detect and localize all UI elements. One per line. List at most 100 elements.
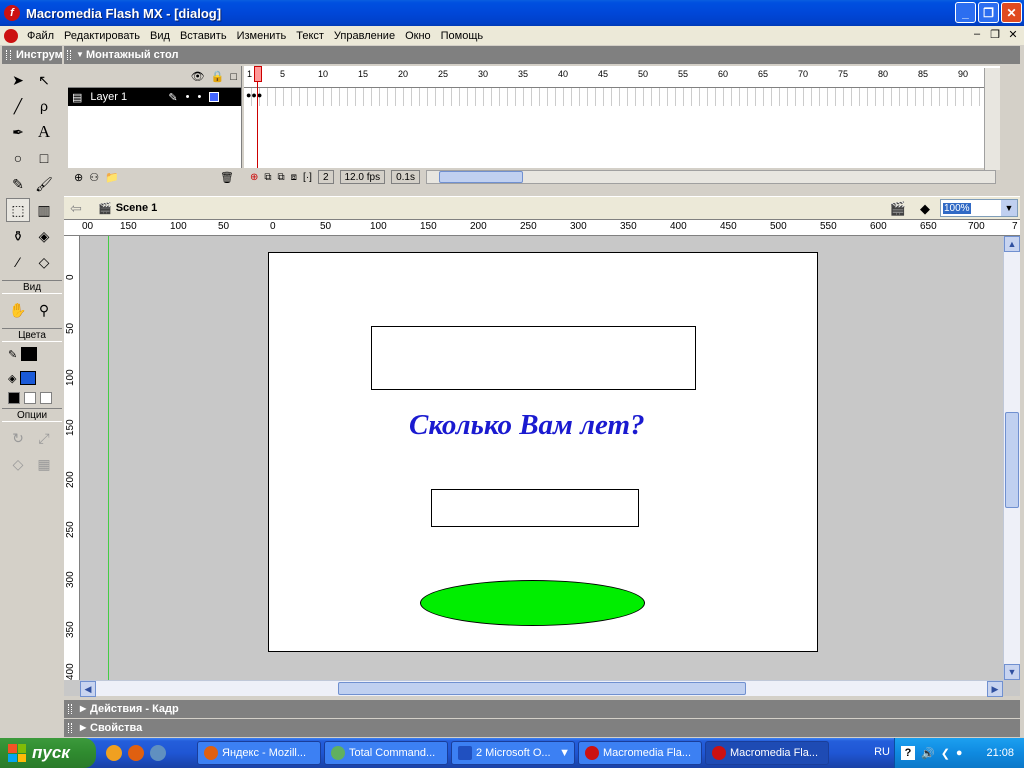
visibility-dot[interactable]: • xyxy=(186,91,190,103)
back-arrow-icon[interactable]: ⇦ xyxy=(64,200,88,217)
firefox-icon[interactable] xyxy=(128,745,144,761)
ink-bottle-tool-icon[interactable]: ⚱ xyxy=(6,224,30,248)
doc-minimize-icon[interactable]: – xyxy=(970,28,984,41)
playhead[interactable] xyxy=(254,66,262,82)
hand-tool-icon[interactable]: ✋ xyxy=(6,298,30,322)
quicklaunch-icon-1[interactable] xyxy=(106,745,122,761)
stage-canvas[interactable]: Сколько Вам лет? xyxy=(268,252,818,652)
speaker-icon[interactable]: 🔊 xyxy=(921,747,935,760)
timeline-hscroll[interactable] xyxy=(426,170,996,184)
layer-row[interactable]: ▤ Layer 1 ✎ • • xyxy=(68,88,241,106)
start-button[interactable]: пуск xyxy=(0,738,96,768)
line-tool-icon[interactable]: ╱ xyxy=(6,94,30,118)
layer-frames[interactable]: ●●● xyxy=(244,88,1000,106)
minimize-button[interactable]: _ xyxy=(955,2,976,23)
menu-insert[interactable]: Вставить xyxy=(175,30,232,42)
task-microsoft-office[interactable]: 2 Microsoft O... ▼ xyxy=(451,741,575,765)
close-button[interactable]: ✕ xyxy=(1001,2,1022,23)
edit-scene-icon[interactable]: 🎬 xyxy=(890,201,906,217)
outline-icon[interactable]: □ xyxy=(230,71,237,83)
menu-modify[interactable]: Изменить xyxy=(232,30,292,42)
add-layer-icon[interactable]: ⊕ xyxy=(74,171,83,184)
no-color-icon[interactable] xyxy=(24,392,36,404)
maximize-button[interactable]: ❐ xyxy=(978,2,999,23)
task-yandex[interactable]: Яндекс - Mozill... xyxy=(197,741,321,765)
scroll-up-icon[interactable]: ▲ xyxy=(1004,236,1020,252)
expand-arrow-icon[interactable]: ▶ xyxy=(80,700,86,718)
stage-vscroll[interactable]: ▲ ▼ xyxy=(1003,236,1020,680)
scroll-right-icon[interactable]: ▶ xyxy=(987,681,1003,697)
stage-hscroll[interactable]: ◀ ▶ xyxy=(80,680,1003,697)
menu-edit[interactable]: Редактировать xyxy=(59,30,145,42)
rectangle-tool-icon[interactable]: □ xyxy=(32,146,56,170)
menu-control[interactable]: Управление xyxy=(329,30,400,42)
frames-grid[interactable]: 1 5 10 15 20 25 30 35 40 45 50 55 60 65 … xyxy=(244,66,1000,186)
scroll-left-icon[interactable]: ◀ xyxy=(80,681,96,697)
pencil-tool-icon[interactable]: ✎ xyxy=(6,172,30,196)
add-folder-icon[interactable]: 📁 xyxy=(105,171,119,184)
arrow-tool-icon[interactable]: ➤ xyxy=(6,68,30,92)
tray-arrow-icon[interactable]: ❮ xyxy=(941,747,950,760)
trash-icon[interactable]: 🗑 xyxy=(220,171,234,184)
frame-rate[interactable]: 12.0 fps xyxy=(339,170,386,184)
onion-outline-icon[interactable]: ⧉ xyxy=(278,172,285,183)
scroll-down-icon[interactable]: ▼ xyxy=(1004,664,1020,680)
stage-area[interactable]: 00 150 100 50 0 50 100 150 200 250 300 3… xyxy=(64,220,1020,697)
task-total-commander[interactable]: Total Command... xyxy=(324,741,448,765)
edit-multiple-icon[interactable]: ⧈ xyxy=(291,172,297,183)
quicklaunch-icon-3[interactable] xyxy=(150,745,166,761)
text-tool-icon[interactable]: A xyxy=(32,120,56,144)
fill-transform-tool-icon[interactable]: ▥ xyxy=(32,198,56,222)
pen-tool-icon[interactable]: ✒ xyxy=(6,120,30,144)
stage-hscroll-thumb[interactable] xyxy=(338,682,746,695)
lasso-tool-icon[interactable]: ρ xyxy=(32,94,56,118)
lock-icon[interactable]: 🔒 xyxy=(211,70,225,83)
menu-file[interactable]: Файл xyxy=(22,30,59,42)
lock-dot[interactable]: • xyxy=(197,91,201,103)
doc-restore-icon[interactable]: ❐ xyxy=(988,28,1002,41)
subselect-tool-icon[interactable]: ↖ xyxy=(32,68,56,92)
guide-line[interactable] xyxy=(108,236,109,680)
collapse-arrow-icon[interactable]: ▼ xyxy=(76,46,84,64)
edit-symbols-icon[interactable]: ◆ xyxy=(920,201,930,217)
document-icon[interactable] xyxy=(4,28,18,43)
zoom-tool-icon[interactable]: ⚲ xyxy=(32,298,56,322)
menu-window[interactable]: Окно xyxy=(400,30,436,42)
distort-option-icon[interactable]: ◇ xyxy=(6,452,30,476)
rotate-option-icon[interactable]: ↻ xyxy=(6,426,30,450)
add-guide-icon[interactable]: ⚇ xyxy=(89,171,99,184)
expand-arrow-icon[interactable]: ▶ xyxy=(80,719,86,737)
question-text[interactable]: Сколько Вам лет? xyxy=(409,409,645,442)
stage-vscroll-thumb[interactable] xyxy=(1005,412,1019,508)
help-icon[interactable]: ? xyxy=(901,746,915,760)
layer-name[interactable]: Layer 1 xyxy=(90,91,160,103)
scroll-thumb[interactable] xyxy=(439,171,523,183)
language-indicator[interactable]: RU xyxy=(874,746,890,758)
oval-tool-icon[interactable]: ○ xyxy=(6,146,30,170)
onion-skin-icon[interactable]: ⧉ xyxy=(264,172,271,183)
brush-tool-icon[interactable]: 🖌 xyxy=(32,172,56,196)
default-colors-icon[interactable] xyxy=(8,392,20,404)
task-macromedia-2[interactable]: Macromedia Fla... xyxy=(705,741,829,765)
modify-markers-icon[interactable]: [·] xyxy=(303,172,312,183)
swap-colors-icon[interactable] xyxy=(40,392,52,404)
layer-color-icon[interactable] xyxy=(209,92,220,102)
doc-close-icon[interactable]: ✕ xyxy=(1006,28,1020,41)
menu-help[interactable]: Помощь xyxy=(436,30,489,42)
eyedropper-tool-icon[interactable]: ⁄ xyxy=(6,250,30,274)
menu-view[interactable]: Вид xyxy=(145,30,175,42)
free-transform-tool-icon[interactable]: ⬚ xyxy=(6,198,30,222)
clock[interactable]: 21:08 xyxy=(986,747,1014,759)
dropdown-arrow-icon[interactable]: ▼ xyxy=(1001,200,1017,216)
envelope-option-icon[interactable]: ▦ xyxy=(32,452,56,476)
keyframe-dots[interactable]: ●●● xyxy=(246,90,262,100)
flash-app-icon[interactable]: f xyxy=(4,5,20,21)
properties-panel-header[interactable]: ▶ Свойства xyxy=(64,719,1020,737)
menu-text[interactable]: Текст xyxy=(291,30,329,42)
input-rectangle[interactable] xyxy=(371,326,696,390)
timeline-panel-header[interactable]: ▼ Монтажный стол xyxy=(64,46,1020,64)
paint-bucket-tool-icon[interactable]: ◈ xyxy=(32,224,56,248)
center-frame-icon[interactable]: ⊕ xyxy=(250,172,258,183)
timeline-vscroll[interactable] xyxy=(984,68,1000,170)
answer-rectangle[interactable] xyxy=(431,489,639,527)
